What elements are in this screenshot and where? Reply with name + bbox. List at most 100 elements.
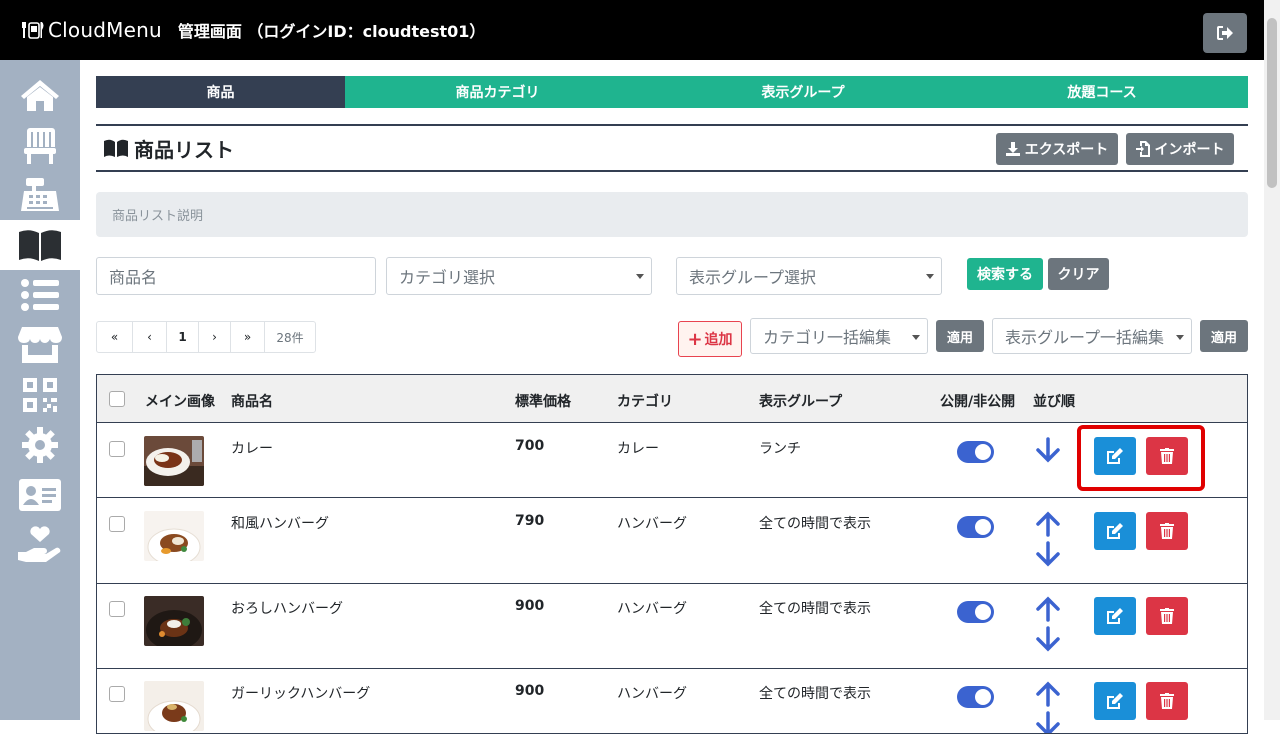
publish-toggle[interactable] <box>957 516 994 538</box>
sidebar-item-support[interactable] <box>0 520 80 570</box>
import-label: インポート <box>1154 142 1225 158</box>
sidebar-item-store[interactable] <box>0 320 80 370</box>
admin-title: 管理画面 （ログインID：cloudtest01） <box>177 22 486 41</box>
sidebar-item-home[interactable] <box>0 70 80 120</box>
apply-group-button[interactable]: 適用 <box>1200 320 1248 352</box>
last-page-button[interactable]: » <box>231 322 265 352</box>
edit-icon <box>1107 448 1123 464</box>
product-price: 700 <box>515 438 545 454</box>
row-checkbox[interactable] <box>109 441 125 457</box>
delete-button[interactable] <box>1146 512 1188 550</box>
header-price: 標準価格 <box>515 394 571 410</box>
first-page-button[interactable]: « <box>97 322 133 352</box>
sidebar-item-register[interactable] <box>0 170 80 220</box>
list-icon <box>21 279 59 311</box>
id-card-icon <box>19 479 61 511</box>
category-select[interactable]: カテゴリ選択 <box>386 257 652 295</box>
tab-display-groups[interactable]: 表示グループ <box>650 76 956 108</box>
logout-button[interactable] <box>1203 13 1247 53</box>
gear-icon <box>22 427 58 463</box>
register-icon <box>21 178 59 211</box>
product-display-group: ランチ <box>759 441 801 457</box>
edit-icon <box>1107 608 1123 624</box>
sidebar-item-staff[interactable] <box>0 470 80 520</box>
delete-button[interactable] <box>1146 597 1188 635</box>
edit-button[interactable] <box>1094 597 1136 635</box>
apply-category-button[interactable]: 適用 <box>936 320 984 352</box>
edit-button[interactable] <box>1094 437 1136 475</box>
tab-products[interactable]: 商品 <box>96 76 345 108</box>
add-button[interactable]: + 追加 <box>678 321 742 357</box>
search-button[interactable]: 検索する <box>967 258 1043 290</box>
top-bar: CloudMenu 管理画面 （ログインID：cloudtest01） <box>0 0 1264 60</box>
move-down-arrow-icon[interactable] <box>1032 437 1064 463</box>
move-up-down-arrow-icon[interactable] <box>1032 596 1064 652</box>
edit-button[interactable] <box>1094 682 1136 720</box>
edit-icon <box>1107 693 1123 709</box>
display-group-select[interactable]: 表示グループ選択 <box>676 257 942 295</box>
download-icon <box>1005 142 1020 156</box>
delete-button[interactable] <box>1146 437 1188 475</box>
book-icon <box>104 139 128 157</box>
page-number[interactable]: 1 <box>167 322 199 352</box>
edit-button[interactable] <box>1094 512 1136 550</box>
import-button[interactable]: インポート <box>1126 133 1234 165</box>
sign-out-icon <box>1217 26 1233 40</box>
select-all-checkbox[interactable] <box>109 391 125 407</box>
row-checkbox[interactable] <box>109 601 125 617</box>
sidebar-item-list[interactable] <box>0 270 80 320</box>
tab-bar: 商品 商品カテゴリ 表示グループ 放題コース <box>96 76 1248 108</box>
row-checkbox[interactable] <box>109 516 125 532</box>
product-price: 790 <box>515 513 545 529</box>
delete-button[interactable] <box>1146 682 1188 720</box>
product-display-group: 全ての時間で表示 <box>759 601 871 617</box>
edit-icon <box>1107 523 1123 539</box>
table-header: メイン画像 商品名 標準価格 カテゴリ 表示グループ 公開/非公開 並び順 <box>97 375 1247 423</box>
home-icon <box>21 80 59 111</box>
sidebar-item-qrcode[interactable] <box>0 370 80 420</box>
publish-toggle[interactable] <box>957 686 994 708</box>
publish-toggle[interactable] <box>957 601 994 623</box>
page-title: 商品リスト <box>134 137 234 162</box>
export-label: エクスポート <box>1024 142 1109 158</box>
trash-icon <box>1160 608 1174 624</box>
product-category: ハンバーグ <box>617 601 687 617</box>
product-category: ハンバーグ <box>617 516 687 532</box>
sidebar-item-menu[interactable] <box>0 220 80 270</box>
product-image <box>144 436 204 486</box>
product-display-group: 全ての時間で表示 <box>759 686 871 702</box>
product-name-input[interactable]: 商品名 <box>96 257 376 295</box>
product-name: ガーリックハンバーグ <box>231 686 371 702</box>
product-price: 900 <box>515 683 545 699</box>
group-bulk-edit-select[interactable]: 表示グループ一括編集 <box>992 318 1192 354</box>
scrollbar-thumb[interactable] <box>1267 18 1277 188</box>
tab-product-categories[interactable]: 商品カテゴリ <box>345 76 650 108</box>
tab-all-you-can-courses[interactable]: 放題コース <box>956 76 1248 108</box>
list-header: 商品リスト エクスポート インポート <box>96 124 1248 172</box>
list-description[interactable]: 商品リスト説明 <box>96 192 1248 237</box>
move-up-down-arrow-icon[interactable] <box>1032 681 1064 734</box>
clear-button[interactable]: クリア <box>1048 258 1109 290</box>
row-checkbox[interactable] <box>109 686 125 702</box>
trash-icon <box>1160 448 1174 464</box>
product-display-group: 全ての時間で表示 <box>759 516 871 532</box>
header-category: カテゴリ <box>617 394 673 410</box>
move-up-down-arrow-icon[interactable] <box>1032 511 1064 567</box>
sidebar-item-seats[interactable] <box>0 120 80 170</box>
publish-toggle[interactable] <box>957 441 994 463</box>
export-button[interactable]: エクスポート <box>996 133 1118 165</box>
book-icon <box>19 230 61 261</box>
sidebar-item-settings[interactable] <box>0 420 80 470</box>
next-page-button[interactable]: › <box>199 322 231 352</box>
product-price: 900 <box>515 598 545 614</box>
category-bulk-edit-select[interactable]: カテゴリ一括編集 <box>750 318 928 354</box>
table-row: 和風ハンバーグ 790 ハンバーグ 全ての時間で表示 <box>97 499 1247 584</box>
header-display-group: 表示グループ <box>759 394 843 410</box>
table-row: おろしハンバーグ 900 ハンバーグ 全ての時間で表示 <box>97 584 1247 669</box>
prev-page-button[interactable]: ‹ <box>133 322 167 352</box>
page-scrollbar[interactable] <box>1264 0 1280 720</box>
chair-icon <box>24 128 56 164</box>
product-category: カレー <box>617 441 659 457</box>
logo-text: CloudMenu <box>48 18 162 42</box>
hand-heart-icon <box>18 526 61 562</box>
